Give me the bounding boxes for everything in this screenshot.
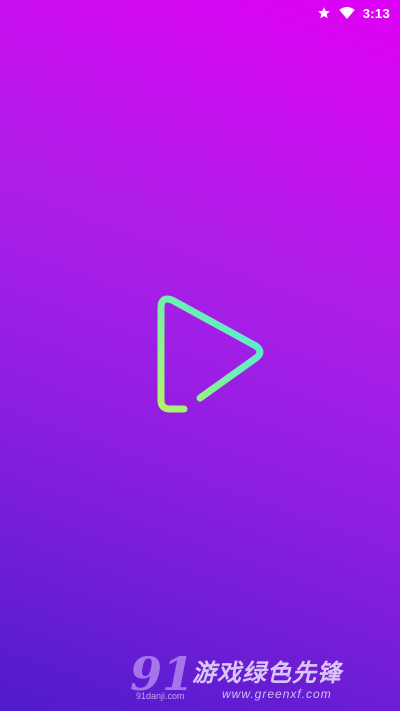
- watermark-url: www.greenxf.com: [222, 687, 332, 701]
- clock: 3:13: [362, 5, 390, 21]
- play-triangle-logo-icon: [148, 288, 272, 416]
- watermark-chinese-text: 游戏绿色先锋: [192, 659, 342, 687]
- star-icon: [317, 6, 331, 20]
- status-bar: 3:13: [0, 0, 400, 26]
- watermark-subtext: 91danji.com: [136, 691, 185, 701]
- splash-screen: 3:13 91 91danji.com 游戏绿色先锋 www.greenxf.c…: [0, 0, 400, 711]
- watermark: 91 91danji.com 游戏绿色先锋 www.greenxf.com: [130, 649, 398, 709]
- wifi-icon: [339, 6, 355, 20]
